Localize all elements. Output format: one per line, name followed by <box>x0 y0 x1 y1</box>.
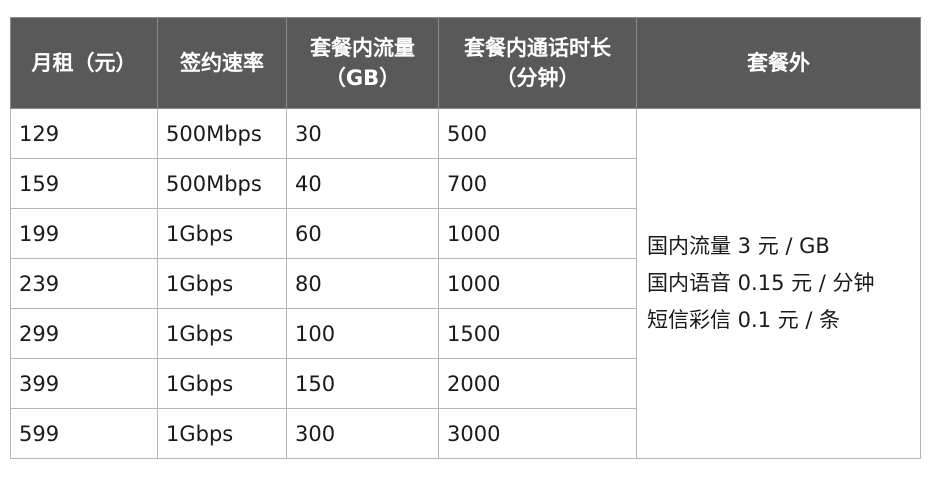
cell-contract-speed: 500Mbps <box>157 108 287 159</box>
cell-monthly-fee: 129 <box>10 108 158 159</box>
cell-included-minutes: 3000 <box>438 408 637 459</box>
cell-included-minutes: 2000 <box>438 358 637 409</box>
cell-monthly-fee: 159 <box>10 158 158 209</box>
cell-included-data: 40 <box>286 158 439 209</box>
table-header-row: 月租（元） 签约速率 套餐内流量 （GB） 套餐内通话时长 （分钟） 套餐外 <box>10 17 921 109</box>
header-included-minutes: 套餐内通话时长 （分钟） <box>438 17 637 109</box>
cell-monthly-fee: 299 <box>10 308 158 359</box>
cell-contract-speed: 1Gbps <box>157 208 287 259</box>
cell-included-minutes: 1500 <box>438 308 637 359</box>
cell-included-data: 300 <box>286 408 439 459</box>
cell-contract-speed: 1Gbps <box>157 258 287 309</box>
overage-sms-rate: 短信彩信 0.1 元 / 条 <box>647 308 841 332</box>
cell-contract-speed: 1Gbps <box>157 308 287 359</box>
header-overage: 套餐外 <box>636 17 921 109</box>
header-monthly-fee: 月租（元） <box>10 17 158 109</box>
cell-included-data: 100 <box>286 308 439 359</box>
cell-contract-speed: 500Mbps <box>157 158 287 209</box>
cell-included-minutes: 1000 <box>438 258 637 309</box>
plan-pricing-table: 月租（元） 签约速率 套餐内流量 （GB） 套餐内通话时长 （分钟） 套餐外 1… <box>10 17 921 459</box>
cell-included-data: 30 <box>286 108 439 159</box>
cell-monthly-fee: 199 <box>10 208 158 259</box>
cell-included-minutes: 1000 <box>438 208 637 259</box>
header-included-data: 套餐内流量 （GB） <box>286 17 439 109</box>
overage-voice-rate: 国内语音 0.15 元 / 分钟 <box>647 271 875 295</box>
cell-included-data: 60 <box>286 208 439 259</box>
cell-monthly-fee: 399 <box>10 358 158 409</box>
overage-data-rate: 国内流量 3 元 / GB <box>647 234 830 258</box>
cell-included-data: 150 <box>286 358 439 409</box>
cell-contract-speed: 1Gbps <box>157 358 287 409</box>
cell-monthly-fee: 599 <box>10 408 158 459</box>
cell-included-minutes: 500 <box>438 108 637 159</box>
cell-included-minutes: 700 <box>438 158 637 209</box>
header-contract-speed: 签约速率 <box>157 17 287 109</box>
table-row: 129 500Mbps 30 500 国内流量 3 元 / GB 国内语音 0.… <box>10 108 921 459</box>
cell-contract-speed: 1Gbps <box>157 408 287 459</box>
cell-monthly-fee: 239 <box>10 258 158 309</box>
cell-included-data: 80 <box>286 258 439 309</box>
cell-overage-rates: 国内流量 3 元 / GB 国内语音 0.15 元 / 分钟 短信彩信 0.1 … <box>636 108 921 459</box>
